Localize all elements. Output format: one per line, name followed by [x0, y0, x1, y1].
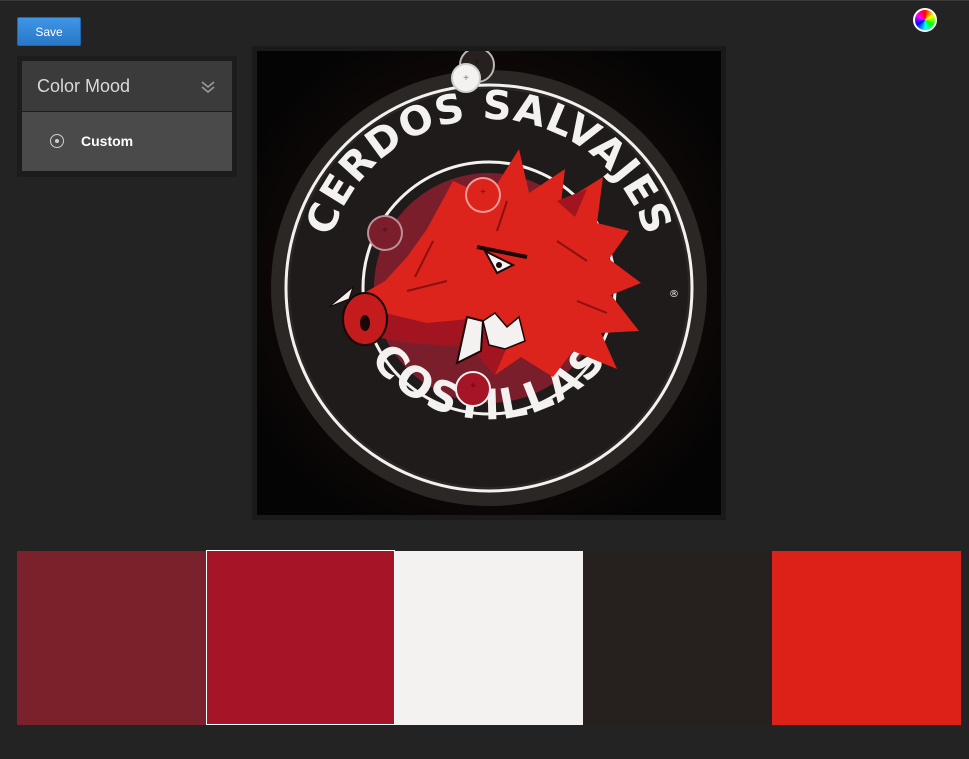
color-wheel-icon[interactable]: [913, 8, 937, 32]
picker-red[interactable]: [465, 177, 501, 213]
color-palette: [17, 550, 961, 725]
mood-option-custom[interactable]: Custom: [22, 112, 232, 171]
color-mood-panel: Color Mood Custom: [17, 56, 237, 177]
swatch-4[interactable]: [583, 551, 772, 725]
mood-option-label: Custom: [81, 133, 134, 149]
color-mood-header[interactable]: Color Mood: [22, 61, 232, 111]
double-chevron-down-icon: [201, 81, 215, 94]
logo-image: CERDOS SALVAJES COSTILLAS ®: [257, 51, 721, 515]
top-divider: [0, 0, 969, 1]
color-mood-title: Color Mood: [37, 76, 131, 96]
save-button[interactable]: Save: [17, 17, 81, 46]
swatch-5[interactable]: [772, 551, 961, 725]
picker-maroon[interactable]: [367, 215, 403, 251]
registered-mark: ®: [669, 289, 679, 300]
swatch-1[interactable]: [17, 551, 206, 725]
source-image[interactable]: CERDOS SALVAJES COSTILLAS ®: [257, 51, 721, 515]
swatch-3[interactable]: [395, 551, 583, 725]
radio-icon: [50, 134, 64, 148]
picker-white[interactable]: [451, 63, 481, 93]
image-frame: CERDOS SALVAJES COSTILLAS ®: [252, 46, 726, 520]
picker-crimson[interactable]: [455, 371, 491, 407]
swatch-2[interactable]: [206, 550, 395, 725]
